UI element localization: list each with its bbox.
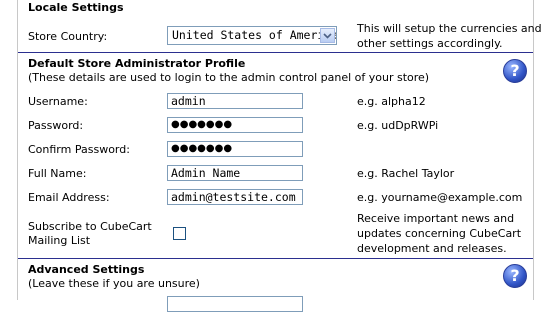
admin-profile-heading: Default Store Administrator Profile xyxy=(28,57,246,70)
advanced-field-input[interactable] xyxy=(167,296,303,312)
section-divider xyxy=(18,258,533,259)
confirm-password-input[interactable]: ●●●●●●● xyxy=(167,141,303,157)
subscribe-note-line3: development and releases. xyxy=(357,242,507,255)
subscribe-checkbox[interactable] xyxy=(173,227,186,240)
full-name-label: Full Name: xyxy=(28,167,87,180)
admin-profile-subheading: (These details are used to login to the … xyxy=(28,71,430,84)
subscribe-label-line1: Subscribe to CubeCart xyxy=(28,220,152,233)
help-icon[interactable]: ? xyxy=(503,264,527,288)
section-divider xyxy=(18,52,533,53)
subscribe-label-line2: Mailing List xyxy=(28,234,91,247)
confirm-password-label: Confirm Password: xyxy=(28,143,130,156)
username-input[interactable]: admin xyxy=(167,93,303,109)
email-label: Email Address: xyxy=(28,191,110,204)
password-example: e.g. udDpRWPi xyxy=(357,119,439,132)
username-label: Username: xyxy=(28,95,88,108)
advanced-settings-subheading: (Leave these if you are unsure) xyxy=(28,277,200,290)
locale-settings-heading: Locale Settings xyxy=(28,1,124,14)
locale-note-line2: other settings accordingly. xyxy=(357,37,503,50)
email-example: e.g. yourname@example.com xyxy=(357,191,523,204)
locale-note-line1: This will setup the currencies and xyxy=(357,22,542,35)
username-example: e.g. alpha12 xyxy=(357,95,426,108)
subscribe-note-line2: updates concerning CubeCart xyxy=(357,227,522,240)
email-input[interactable]: admin@testsite.com xyxy=(167,189,303,205)
subscribe-note-line1: Receive important news and xyxy=(357,212,515,225)
advanced-settings-heading: Advanced Settings xyxy=(28,263,145,276)
store-country-select[interactable]: United States of America xyxy=(167,26,337,45)
chevron-down-icon[interactable] xyxy=(320,28,335,43)
password-label: Password: xyxy=(28,119,84,132)
full-name-input[interactable]: Admin Name xyxy=(167,165,303,181)
full-name-example: e.g. Rachel Taylor xyxy=(357,167,455,180)
help-icon[interactable]: ? xyxy=(503,59,527,83)
store-country-value: United States of America xyxy=(172,28,337,42)
password-input[interactable]: ●●●●●●● xyxy=(167,117,303,133)
store-country-label: Store Country: xyxy=(28,30,108,43)
